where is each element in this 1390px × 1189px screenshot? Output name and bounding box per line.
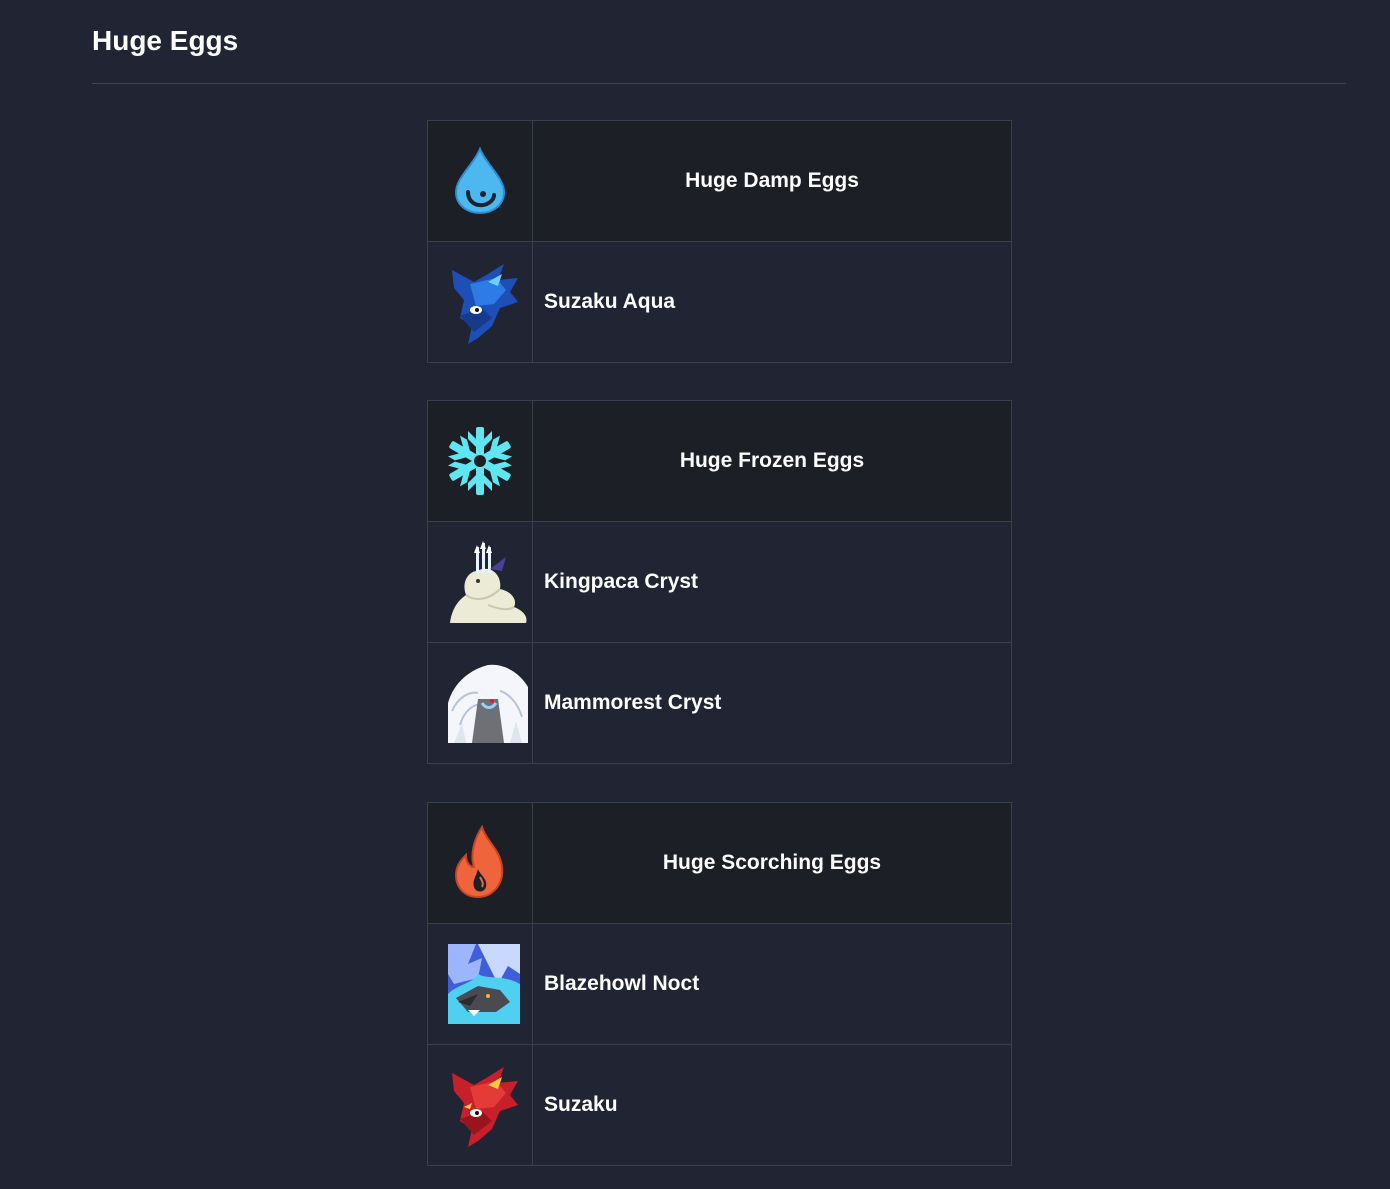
blazehowl-noct-icon <box>448 944 520 1024</box>
snowflake-icon <box>448 427 512 495</box>
scorching-eggs-table: Huge Scorching Eggs Blazehowl Noct Suzak… <box>427 802 1012 1166</box>
element-icon-cell <box>427 400 533 522</box>
pal-icon-cell <box>427 521 533 643</box>
element-icon-cell <box>427 120 533 242</box>
page-title: Huge Eggs <box>92 25 239 56</box>
pal-name[interactable]: Suzaku <box>532 1044 1012 1166</box>
table-row[interactable]: Blazehowl Noct <box>427 923 1012 1045</box>
table-row[interactable]: Kingpaca Cryst <box>427 521 1012 643</box>
suzaku-aqua-icon <box>452 264 518 344</box>
damp-eggs-table: Huge Damp Eggs Suzaku Aqua <box>427 120 1012 363</box>
group-title: Huge Damp Eggs <box>532 120 1012 242</box>
pal-name[interactable]: Mammorest Cryst <box>532 642 1012 764</box>
kingpaca-cryst-icon <box>450 541 527 623</box>
pal-name[interactable]: Suzaku Aqua <box>532 241 1012 363</box>
table-header-row: Huge Frozen Eggs <box>427 400 1012 522</box>
pal-icon-cell <box>427 642 533 764</box>
element-icon-cell <box>427 802 533 924</box>
pal-icon-cell <box>427 1044 533 1166</box>
table-header-row: Huge Damp Eggs <box>427 120 1012 242</box>
table-row[interactable]: Mammorest Cryst <box>427 642 1012 764</box>
pal-icon-cell <box>427 241 533 363</box>
group-title: Huge Scorching Eggs <box>532 802 1012 924</box>
table-row[interactable]: Suzaku Aqua <box>427 241 1012 363</box>
table-row[interactable]: Suzaku <box>427 1044 1012 1166</box>
group-title: Huge Frozen Eggs <box>532 400 1012 522</box>
pal-icon-cell <box>427 923 533 1045</box>
table-header-row: Huge Scorching Eggs <box>427 802 1012 924</box>
pal-name[interactable]: Blazehowl Noct <box>532 923 1012 1045</box>
heading-divider <box>92 83 1346 84</box>
water-drop-icon <box>454 146 506 215</box>
frozen-eggs-table: Huge Frozen Eggs Kingpaca Cryst Mammores… <box>427 400 1012 764</box>
mammorest-cryst-icon <box>448 664 528 743</box>
flame-icon <box>454 825 504 899</box>
suzaku-icon <box>452 1067 518 1147</box>
pal-name[interactable]: Kingpaca Cryst <box>532 521 1012 643</box>
